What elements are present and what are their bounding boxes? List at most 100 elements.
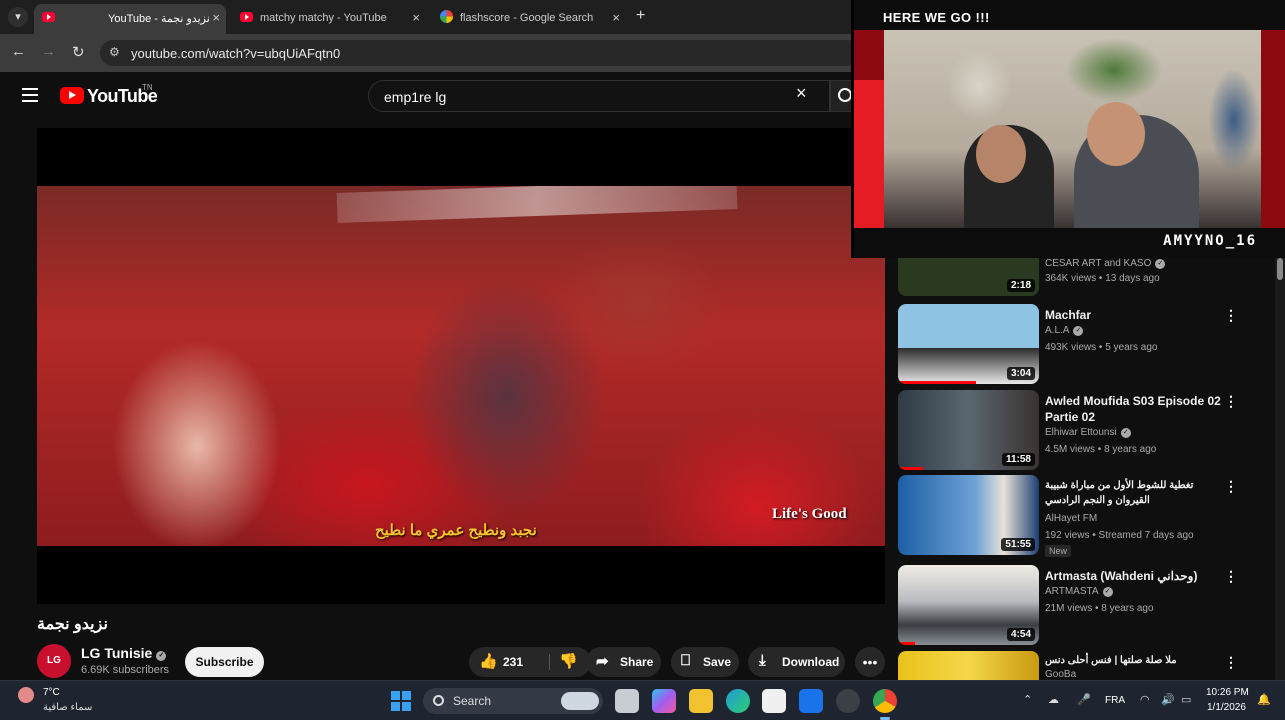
channel-text[interactable]: A.L.A <box>1045 325 1069 336</box>
cloud-icon[interactable]: ☁ <box>1048 693 1059 706</box>
more-options-icon[interactable]: ⋮ <box>1224 654 1238 671</box>
close-icon[interactable]: × <box>612 10 620 25</box>
windows-start-icon[interactable] <box>391 691 411 711</box>
save-button[interactable]: ⎕ Save <box>671 647 739 677</box>
share-button[interactable]: ➦ Share <box>586 647 661 677</box>
recommendation-title[interactable]: Awled Moufida S03 Episode 02 Partie 02 <box>1045 393 1225 425</box>
scrollbar-thumb[interactable] <box>1277 258 1283 280</box>
more-actions-icon[interactable]: ••• <box>855 647 885 677</box>
input-language[interactable]: FRA <box>1105 695 1125 706</box>
tab-flashscore[interactable]: flashscore - Google Search × <box>432 4 626 34</box>
channel-text[interactable]: Elhiwar Ettounsi <box>1045 427 1117 438</box>
chevron-up-icon[interactable]: ⌃ <box>1023 693 1032 706</box>
video-thumbnail[interactable]: 4:54 <box>898 565 1039 645</box>
video-player[interactable]: نجبد ونطيح عمري ما نطيح Life's Good <box>37 128 885 604</box>
channel-name-text[interactable]: LG Tunisie <box>81 645 152 661</box>
recommendation-title[interactable]: تغطية للشوط الأول من مباراة شبيبة القيرو… <box>1045 478 1225 508</box>
channel-name[interactable]: LG Tunisie ✓ <box>81 645 167 661</box>
save-label: Save <box>703 655 732 669</box>
volume-icon[interactable]: 🔊 <box>1161 693 1175 706</box>
file-explorer-icon[interactable] <box>689 689 713 713</box>
new-tab-button[interactable]: + <box>636 7 645 25</box>
video-thumbnail[interactable]: 2:18 <box>898 258 1039 296</box>
notification-icon[interactable]: 🔔 <box>1257 693 1271 706</box>
recommendation-item[interactable]: 3:04 Machfar A.L.A ✓ 493K views • 5 years… <box>898 304 1268 384</box>
verified-icon: ✓ <box>1120 428 1131 438</box>
share-icon: ➦ <box>596 653 609 670</box>
webcam-feed <box>884 30 1261 228</box>
like-icon[interactable]: 👍 <box>479 652 498 670</box>
recommendation-channel[interactable]: ARTMASTA ✓ <box>1045 586 1113 597</box>
store-icon[interactable] <box>762 689 786 713</box>
recommendation-channel[interactable]: Elhiwar Ettounsi ✓ <box>1045 427 1131 438</box>
recommendation-channel[interactable]: CESAR ART and KASO ✓ <box>1045 258 1166 269</box>
task-view-icon[interactable] <box>615 689 639 713</box>
google-icon <box>440 10 453 23</box>
recommendation-channel[interactable]: GooBa <box>1045 669 1076 680</box>
search-query[interactable]: emp1re lg <box>384 89 446 105</box>
copilot-icon[interactable] <box>652 689 676 713</box>
tab-youtube-video[interactable]: YouTube - نزيدو نجمة × <box>34 4 226 34</box>
more-options-icon[interactable]: ⋮ <box>1224 478 1238 495</box>
recommendation-channel[interactable]: A.L.A ✓ <box>1045 325 1084 336</box>
close-icon[interactable]: × <box>212 10 220 25</box>
video-thumbnail[interactable]: 51:55 <box>898 475 1039 555</box>
webcam-accent-stripe <box>854 80 884 230</box>
channel-text[interactable]: CESAR ART and KASO <box>1045 258 1151 269</box>
weather-icon[interactable] <box>18 687 34 703</box>
sidebar-scrollbar[interactable] <box>1275 258 1285 680</box>
search-input[interactable]: emp1re lg <box>368 80 830 112</box>
recommendation-title[interactable]: Artmasta (Wahdeni وحداني) <box>1045 568 1225 584</box>
menu-icon[interactable] <box>22 88 38 102</box>
dislike-icon[interactable]: 👎 <box>559 652 578 670</box>
channel-avatar[interactable]: LG <box>37 644 71 678</box>
outlook-icon[interactable] <box>799 689 823 713</box>
tab-matchy-matchy[interactable]: matchy matchy - YouTube × <box>232 4 426 34</box>
youtube-logo-icon[interactable] <box>60 87 84 104</box>
chrome-icon[interactable] <box>873 689 897 720</box>
search-highlight-icon <box>561 692 599 710</box>
more-options-icon[interactable]: ⋮ <box>1224 307 1238 324</box>
clear-search-icon[interactable]: × <box>796 84 807 102</box>
tab-search-icon[interactable]: ▾ <box>8 7 28 27</box>
taskbar-search-label[interactable]: Search <box>453 694 491 708</box>
channel-text[interactable]: ARTMASTA <box>1045 586 1099 597</box>
share-label: Share <box>620 655 654 669</box>
back-arrow-icon[interactable]: ← <box>11 43 26 60</box>
site-info-icon[interactable]: ⚙ <box>109 45 120 59</box>
close-icon[interactable]: × <box>412 10 420 25</box>
microphone-icon[interactable]: 🎤 <box>1077 693 1091 706</box>
recommendation-item[interactable]: 51:55 تغطية للشوط الأول من مباراة شبيبة … <box>898 475 1268 557</box>
like-count[interactable]: 231 <box>503 655 523 669</box>
battery-icon[interactable]: ▭ <box>1181 693 1191 706</box>
recommendation-item[interactable]: 4:54 Artmasta (Wahdeni وحداني) ARTMASTA ✓… <box>898 565 1268 645</box>
taskbar-search[interactable]: Search <box>423 688 603 714</box>
search-icon <box>838 88 852 102</box>
address-bar[interactable]: ⚙ youtube.com/watch?v=ubqUiAFqtn0 <box>100 40 860 66</box>
subscribe-button[interactable]: Subscribe <box>185 647 264 677</box>
weather-temperature[interactable]: 7°C <box>43 687 60 698</box>
recommendation-title[interactable]: ملا صلة صلتها | فنس أحلى دنس <box>1045 653 1225 669</box>
clock-time[interactable]: 10:26 PM <box>1206 687 1249 698</box>
forward-arrow-icon[interactable]: → <box>41 43 56 60</box>
recommendation-item[interactable]: 11:58 Awled Moufida S03 Episode 02 Parti… <box>898 390 1268 470</box>
video-thumbnail[interactable]: 3:04 <box>898 304 1039 384</box>
weather-description[interactable]: سماء صافية <box>43 702 92 713</box>
download-button[interactable]: ⤓ Download <box>748 647 845 677</box>
app-icon[interactable] <box>836 689 860 713</box>
reload-icon[interactable]: ↻ <box>72 43 85 61</box>
recommendation-item[interactable]: ملا صلة صلتها | فنس أحلى دنس GooBa ⋮ <box>898 651 1268 680</box>
video-thumbnail[interactable] <box>898 651 1039 680</box>
clock-date[interactable]: 1/1/2026 <box>1207 702 1246 713</box>
wifi-icon[interactable]: ◠ <box>1140 693 1150 706</box>
url-text[interactable]: youtube.com/watch?v=ubqUiAFqtn0 <box>131 46 340 61</box>
recommendation-channel[interactable]: AlHayet FM <box>1045 513 1097 524</box>
recommendation-item[interactable]: 2:18 CESAR ART and KASO ✓ 364K views • 13… <box>898 258 1268 298</box>
video-thumbnail[interactable]: 11:58 <box>898 390 1039 470</box>
more-options-icon[interactable]: ⋮ <box>1224 393 1238 410</box>
video-frame[interactable]: نجبد ونطيح عمري ما نطيح Life's Good <box>37 186 885 546</box>
verified-icon: ✓ <box>1155 259 1166 269</box>
recommendation-title[interactable]: Machfar <box>1045 307 1225 323</box>
more-options-icon[interactable]: ⋮ <box>1224 568 1238 585</box>
edge-icon[interactable] <box>726 689 750 713</box>
